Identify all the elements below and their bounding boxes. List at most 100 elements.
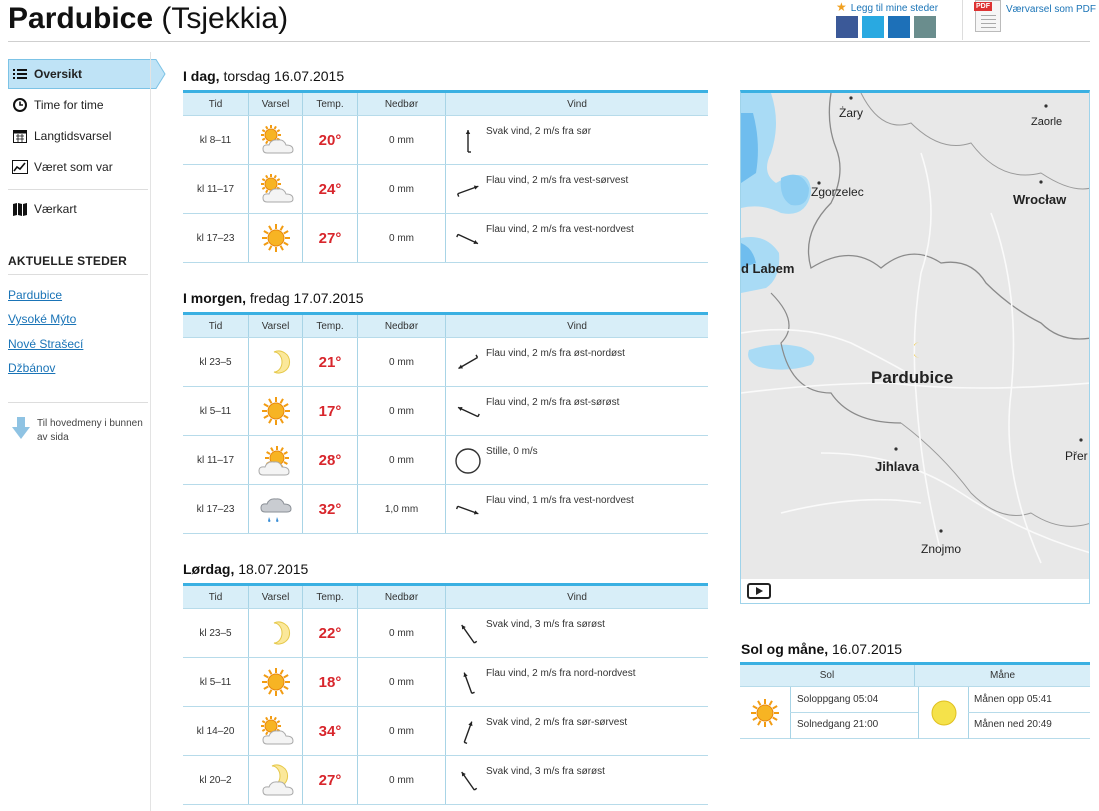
- temperature: 22°: [303, 609, 358, 657]
- map-icon: [12, 201, 28, 217]
- precipitation: 0 mm: [358, 214, 446, 262]
- nav-label: Værkart: [34, 202, 77, 216]
- temperature: 24°: [303, 165, 358, 213]
- sun-icon: [751, 699, 779, 727]
- nav-label: Oversikt: [34, 67, 83, 81]
- place-link[interactable]: Pardubice: [8, 288, 62, 302]
- table-row[interactable]: kl 17–23 32° 1,0 mm Flau vind, 1 m/s fra…: [183, 485, 708, 534]
- table-row[interactable]: kl 5–11 18° 0 mm Flau vind, 2 m/s fra no…: [183, 658, 708, 707]
- map-city-label: Żary: [839, 106, 863, 120]
- wind-cell: Flau vind, 2 m/s fra øst-nordøst: [446, 338, 708, 386]
- map-city-label: Pardubice: [871, 368, 954, 387]
- wind-arrow-icon: [458, 354, 479, 370]
- time-period: kl 17–23: [183, 214, 249, 262]
- table-row[interactable]: kl 5–11 17° 0 mm Flau vind, 2 m/s fra øs…: [183, 387, 708, 436]
- forecast-table: Tid Varsel Temp. Nedbør Vind kl 8–11 20°…: [183, 90, 708, 263]
- temperature: 18°: [303, 658, 358, 706]
- place-link[interactable]: Džbánov: [8, 361, 55, 375]
- nav-divider: [8, 189, 148, 190]
- place-link[interactable]: Vysoké Mýto: [8, 312, 76, 326]
- table-row[interactable]: kl 23–5 22° 0 mm Svak vind, 3 m/s fra sø…: [183, 609, 708, 658]
- nav-vaerkart[interactable]: Værkart: [8, 194, 149, 224]
- map-city-label: Zaorle: [1031, 116, 1063, 128]
- wind-description: Flau vind, 2 m/s fra øst-nordøst: [486, 348, 625, 359]
- time-period: kl 5–11: [183, 387, 249, 435]
- place-link[interactable]: Nové Strašecí: [8, 337, 83, 351]
- sun-moon-body: Soloppgang 05:04 Solnedgang 21:00 Månen …: [740, 687, 1090, 739]
- sunrise-time: Soloppgang 05:04: [797, 694, 879, 705]
- precipitation: 0 mm: [358, 338, 446, 386]
- nav-vaeret-som-var[interactable]: Været som var: [8, 152, 149, 182]
- table-row[interactable]: kl 17–23 27° 0 mm Flau vind, 2 m/s fra v…: [183, 214, 708, 263]
- wind-cell: Flau vind, 2 m/s fra nord-nordvest: [446, 658, 708, 706]
- map-city-label: Přer: [1065, 449, 1088, 463]
- moonset-time: Månen ned 20:49: [974, 719, 1052, 730]
- temperature: 27°: [303, 214, 358, 262]
- wind-arrow-icon: [457, 185, 479, 197]
- day-heading: Lørdag, 18.07.2015: [183, 561, 309, 577]
- header-divider-line: [8, 41, 1090, 42]
- map-controls: [741, 579, 1089, 603]
- wind-description: Flau vind, 2 m/s fra vest-nordvest: [486, 224, 634, 235]
- precipitation: 0 mm: [358, 658, 446, 706]
- linkedin-share-icon[interactable]: [888, 16, 910, 38]
- map-city-label: d Labem: [741, 261, 795, 276]
- pdf-icon[interactable]: PDF: [974, 0, 1001, 32]
- wind-cell: Svak vind, 3 m/s fra sørøst: [446, 756, 708, 804]
- table-row[interactable]: kl 11–17 24° 0 mm Flau vind, 2 m/s fra v…: [183, 165, 708, 214]
- time-period: kl 17–23: [183, 485, 249, 533]
- table-row[interactable]: kl 11–17 28° 0 mm Stille, 0 m/s: [183, 436, 708, 485]
- table-header-row: Tid Varsel Temp. Nedbør Vind: [183, 315, 708, 338]
- city-name: Pardubice: [8, 2, 154, 35]
- col-header-tid: Tid: [183, 586, 249, 608]
- moonrise-time: Månen opp 05:41: [974, 694, 1052, 705]
- table-row[interactable]: kl 20–2 27° 0 mm Svak vind, 3 m/s fra sø…: [183, 756, 708, 805]
- table-row[interactable]: kl 14–20 34° 0 mm Svak vind, 2 m/s fra s…: [183, 707, 708, 756]
- table-row[interactable]: kl 23–5 21° 0 mm Flau vind, 2 m/s fra øs…: [183, 338, 708, 387]
- time-period: kl 20–2: [183, 756, 249, 804]
- sunset-time: Solnedgang 21:00: [797, 719, 879, 730]
- email-share-icon[interactable]: [914, 16, 936, 38]
- moon-column-header: Måne: [989, 670, 1015, 681]
- temperature: 32°: [303, 485, 358, 533]
- back-link-label: Til hovedmeny i bunnen av sida: [37, 418, 143, 443]
- map-city-label: Jihlava: [875, 459, 920, 474]
- time-period: kl 14–20: [183, 707, 249, 755]
- add-favorite-link[interactable]: ★ Legg til mine steder: [836, 0, 938, 14]
- rain-icon: [249, 485, 303, 533]
- play-button[interactable]: [747, 583, 771, 599]
- back-to-menu-link[interactable]: Til hovedmeny i bunnen av sida: [12, 417, 152, 445]
- sun-moon-heading: Sol og måne, 16.07.2015: [741, 641, 903, 657]
- nav-time-for-time[interactable]: Time for time: [8, 90, 149, 120]
- pdf-forecast-link[interactable]: Værvarsel som PDF: [1006, 3, 1098, 16]
- map-graphics: [741, 93, 1089, 583]
- wind-cell: Flau vind, 2 m/s fra vest-sørvest: [446, 165, 708, 213]
- forecast-table: Tid Varsel Temp. Nedbør Vind kl 23–5 21°…: [183, 312, 708, 534]
- table-row[interactable]: kl 8–11 20° 0 mm Svak vind, 2 m/s fra sø…: [183, 116, 708, 165]
- temperature: 27°: [303, 756, 358, 804]
- weather-map[interactable]: Żary Zaorle Zgorzelec Wrocław d Labem Pa…: [740, 90, 1090, 604]
- twitter-share-icon[interactable]: [862, 16, 884, 38]
- moon-icon: [914, 342, 920, 358]
- precipitation: 0 mm: [358, 609, 446, 657]
- wind-description: Flau vind, 2 m/s fra vest-sørvest: [486, 175, 629, 186]
- sun-moon-header: Sol Måne: [740, 665, 1090, 687]
- col-header-nedbor: Nedbør: [358, 315, 446, 337]
- nav-langtidsvarsel[interactable]: Langtidsvarsel: [8, 121, 149, 151]
- wind-cell: Svak vind, 3 m/s fra sørøst: [446, 609, 708, 657]
- chart-icon: [12, 159, 28, 175]
- col-header-tid: Tid: [183, 315, 249, 337]
- arrow-down-icon: [12, 417, 30, 439]
- sun-column-header: Sol: [740, 665, 915, 686]
- nav-label: Langtidsvarsel: [34, 129, 112, 143]
- country-name: (Tsjekkia): [161, 2, 289, 35]
- partly-cloudy-icon: [249, 116, 303, 164]
- nav-oversikt[interactable]: Oversikt: [8, 59, 149, 89]
- header: Pardubice (Tsjekkia) ★ Legg til mine sted…: [0, 0, 1099, 42]
- precipitation: 0 mm: [358, 756, 446, 804]
- header-divider: [962, 0, 963, 40]
- facebook-share-icon[interactable]: [836, 16, 858, 38]
- forecast-table: Tid Varsel Temp. Nedbør Vind kl 23–5 22°…: [183, 583, 708, 805]
- calendar-icon: [12, 128, 28, 144]
- moon-icon: [249, 338, 303, 386]
